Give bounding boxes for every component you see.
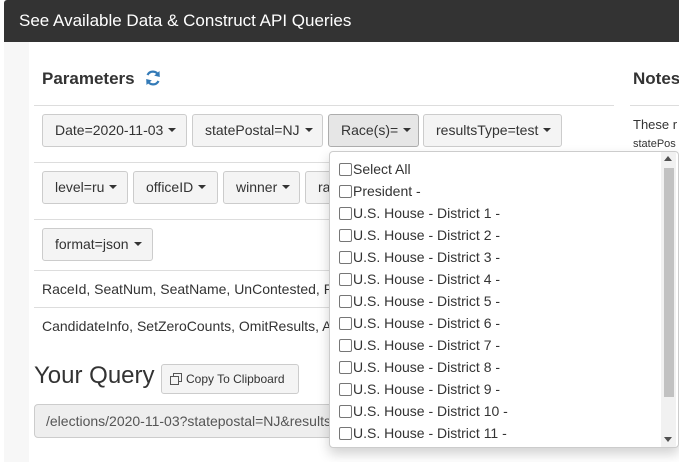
race-option-district-8[interactable]: U.S. House - District 8 - [339, 356, 508, 378]
checkbox[interactable] [339, 426, 352, 440]
divider [34, 105, 614, 106]
notes-text: These r [633, 117, 678, 132]
parameters-heading: Parameters [42, 69, 135, 88]
checkbox[interactable] [339, 228, 352, 242]
state-postal-dropdown[interactable]: statePostal=NJ [192, 114, 323, 147]
scroll-up-arrow-icon[interactable] [664, 156, 672, 161]
results-type-dropdown-label: resultsType=test [436, 122, 539, 138]
office-id-dropdown-label: officeID [146, 179, 194, 195]
caret-down-icon [198, 185, 207, 190]
checkbox[interactable] [339, 316, 352, 330]
checkbox[interactable] [339, 162, 352, 176]
race-option-label: U.S. House - District 1 - [353, 205, 501, 221]
fields-list-2[interactable]: CandidateInfo, SetZeroCounts, OmitResult… [42, 318, 332, 334]
race-option-label: U.S. House - District 2 - [353, 227, 501, 243]
caret-down-icon [304, 128, 313, 133]
race-option-district-2[interactable]: U.S. House - District 2 - [339, 224, 508, 246]
race-option-label: U.S. House - District 9 - [353, 381, 501, 397]
checkbox[interactable] [339, 338, 352, 352]
race-option-district-9[interactable]: U.S. House - District 9 - [339, 378, 508, 400]
race-option-select-all[interactable]: Select All [339, 158, 508, 180]
races-dropdown-menu[interactable]: Select All President - U.S. House - Dist… [329, 151, 679, 448]
race-option-label: U.S. House - District 11 - [353, 425, 507, 441]
query-output-field[interactable]: /elections/2020-11-03?statepostal=NJ&res… [34, 404, 334, 438]
race-option-label: U.S. House - District 10 - [353, 403, 508, 419]
scrollbar-thumb[interactable] [664, 168, 674, 397]
winner-dropdown-label: winner [236, 179, 278, 195]
race-option-district-1[interactable]: U.S. House - District 1 - [339, 202, 508, 224]
caret-down-icon [282, 185, 291, 190]
race-option-district-4[interactable]: U.S. House - District 4 - [339, 268, 508, 290]
race-option-district-3[interactable]: U.S. House - District 3 - [339, 246, 508, 268]
caret-down-icon [168, 128, 177, 133]
race-option-district-7[interactable]: U.S. House - District 7 - [339, 334, 508, 356]
race-option-label: U.S. House - District 4 - [353, 271, 501, 287]
race-option-district-5[interactable]: U.S. House - District 5 - [339, 290, 508, 312]
race-option-label: U.S. House - District 8 - [353, 359, 501, 375]
checkbox[interactable] [339, 184, 352, 198]
races-dropdown-label: Race(s)= [341, 122, 399, 138]
race-option-district-10[interactable]: U.S. House - District 10 - [339, 400, 508, 422]
caret-down-icon [403, 128, 412, 133]
checkbox[interactable] [339, 294, 352, 308]
checkbox[interactable] [339, 272, 352, 286]
page-header: See Available Data & Construct API Queri… [4, 0, 679, 42]
race-option-president[interactable]: President - [339, 180, 508, 202]
date-dropdown-label: Date=2020-11-03 [55, 122, 164, 138]
notes-subtext: statePos [633, 138, 676, 150]
checkbox[interactable] [339, 206, 352, 220]
race-option-district-6[interactable]: U.S. House - District 6 - [339, 312, 508, 334]
races-dropdown[interactable]: Race(s)= [328, 114, 419, 147]
your-query-heading: Your Query [34, 362, 155, 389]
level-dropdown-label: level=ru [55, 179, 105, 195]
fields-list-1[interactable]: RaceId, SeatNum, SeatName, UnContested, … [42, 281, 332, 297]
office-id-dropdown[interactable]: officeID [133, 171, 218, 204]
date-dropdown[interactable]: Date=2020-11-03 [42, 114, 187, 147]
race-option-label: U.S. House - District 5 - [353, 293, 501, 309]
winner-dropdown[interactable]: winner [223, 171, 300, 204]
format-dropdown[interactable]: format=json [42, 228, 153, 261]
refresh-icon[interactable] [144, 69, 162, 87]
race-option-label: U.S. House - District 7 - [353, 337, 501, 353]
scroll-down-arrow-icon[interactable] [664, 437, 672, 442]
race-option-label: President - [353, 183, 421, 199]
checkbox[interactable] [339, 250, 352, 264]
race-option-label: U.S. House - District 3 - [353, 249, 501, 265]
level-dropdown[interactable]: level=ru [42, 171, 128, 204]
race-option-label: Select All [353, 161, 411, 177]
race-option-district-11[interactable]: U.S. House - District 11 - [339, 422, 508, 444]
caret-down-icon [543, 128, 552, 133]
copy-icon [170, 372, 182, 385]
caret-down-icon [133, 242, 142, 247]
caret-down-icon [109, 185, 118, 190]
copy-button-label: Copy To Clipboard [186, 372, 285, 386]
dropdown-scrollbar[interactable] [661, 152, 676, 447]
checkbox[interactable] [339, 360, 352, 374]
page-title: See Available Data & Construct API Queri… [19, 11, 352, 30]
checkbox[interactable] [339, 382, 352, 396]
copy-to-clipboard-button[interactable]: Copy To Clipboard [161, 364, 299, 394]
race-option-partial[interactable] [339, 444, 508, 447]
checkbox[interactable] [339, 404, 352, 418]
format-dropdown-label: format=json [55, 236, 129, 252]
notes-heading: Notes [633, 69, 679, 88]
race-option-label: U.S. House - District 6 - [353, 315, 501, 331]
state-postal-dropdown-label: statePostal=NJ [205, 122, 300, 138]
divider [630, 105, 679, 106]
results-type-dropdown[interactable]: resultsType=test [423, 114, 562, 147]
